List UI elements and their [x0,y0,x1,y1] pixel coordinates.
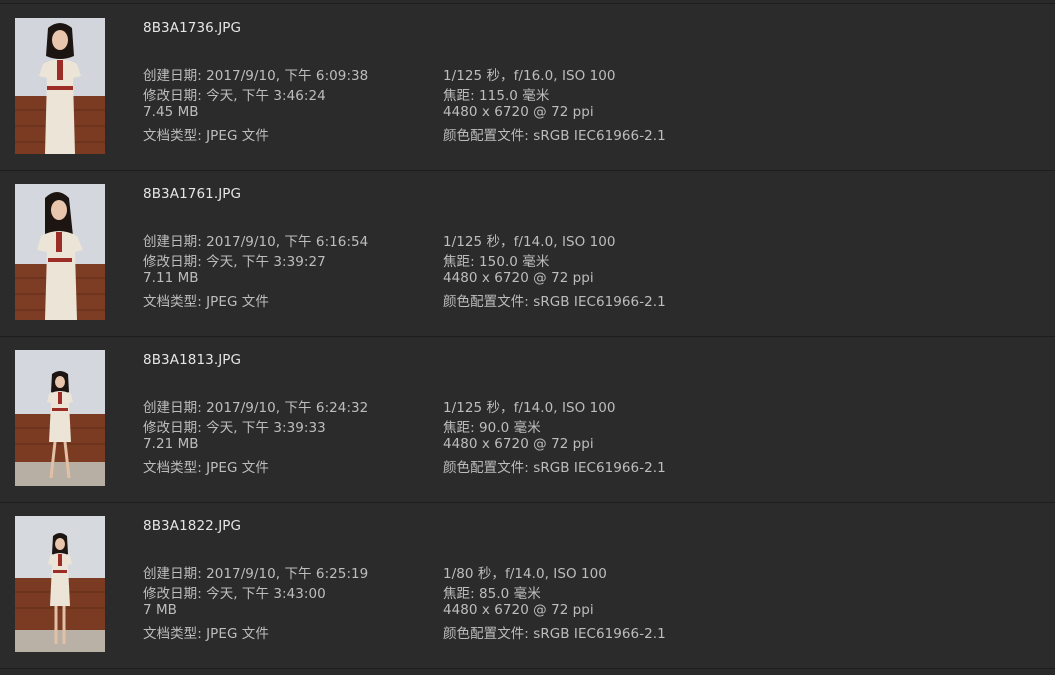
exposure-info: 1/125 秒，f/14.0, ISO 100 [443,234,616,250]
row-divider [0,668,1055,669]
image-dimensions: 4480 x 6720 @ 72 ppi [443,436,594,452]
document-type: 文档类型: JPEG 文件 [143,626,269,642]
created-date: 创建日期: 2017/9/10, 下午 6:09:38 [143,68,369,84]
photo-thumbnail[interactable] [15,516,105,652]
file-row[interactable]: 8B3A1761.JPG 创建日期: 2017/9/10, 下午 6:16:54… [0,171,1055,337]
file-size: 7.45 MB [143,104,199,120]
portrait-photo-image [15,516,105,652]
file-name: 8B3A1761.JPG [143,186,242,202]
file-size: 7.21 MB [143,436,199,452]
portrait-photo-image [15,184,105,320]
focal-length: 焦距: 115.0 毫米 [443,88,550,104]
focal-length: 焦距: 150.0 毫米 [443,254,550,270]
photo-thumbnail[interactable] [15,350,105,486]
image-dimensions: 4480 x 6720 @ 72 ppi [443,270,594,286]
file-row[interactable]: 8B3A1736.JPG 创建日期: 2017/9/10, 下午 6:09:38… [0,4,1055,170]
color-profile: 颜色配置文件: sRGB IEC61966-2.1 [443,626,666,642]
created-date: 创建日期: 2017/9/10, 下午 6:25:19 [143,566,369,582]
modified-date: 修改日期: 今天, 下午 3:39:27 [143,254,326,270]
document-type: 文档类型: JPEG 文件 [143,128,269,144]
image-dimensions: 4480 x 6720 @ 72 ppi [443,602,594,618]
color-profile: 颜色配置文件: sRGB IEC61966-2.1 [443,294,666,310]
modified-date: 修改日期: 今天, 下午 3:43:00 [143,586,326,602]
document-type: 文档类型: JPEG 文件 [143,294,269,310]
portrait-photo-image [15,350,105,486]
file-row[interactable]: 8B3A1813.JPG 创建日期: 2017/9/10, 下午 6:24:32… [0,337,1055,503]
modified-date: 修改日期: 今天, 下午 3:39:33 [143,420,326,436]
file-list: 8B3A1736.JPG 创建日期: 2017/9/10, 下午 6:09:38… [0,0,1055,675]
focal-length: 焦距: 90.0 毫米 [443,420,541,436]
file-size: 7.11 MB [143,270,199,286]
modified-date: 修改日期: 今天, 下午 3:46:24 [143,88,326,104]
focal-length: 焦距: 85.0 毫米 [443,586,541,602]
document-type: 文档类型: JPEG 文件 [143,460,269,476]
file-row[interactable]: 8B3A1822.JPG 创建日期: 2017/9/10, 下午 6:25:19… [0,503,1055,669]
created-date: 创建日期: 2017/9/10, 下午 6:24:32 [143,400,369,416]
file-size: 7 MB [143,602,177,618]
exposure-info: 1/125 秒，f/14.0, ISO 100 [443,400,616,416]
portrait-photo-image [15,18,105,154]
photo-thumbnail[interactable] [15,184,105,320]
created-date: 创建日期: 2017/9/10, 下午 6:16:54 [143,234,369,250]
file-name: 8B3A1813.JPG [143,352,242,368]
file-name: 8B3A1736.JPG [143,20,242,36]
image-dimensions: 4480 x 6720 @ 72 ppi [443,104,594,120]
color-profile: 颜色配置文件: sRGB IEC61966-2.1 [443,128,666,144]
photo-thumbnail[interactable] [15,18,105,154]
exposure-info: 1/80 秒，f/14.0, ISO 100 [443,566,607,582]
color-profile: 颜色配置文件: sRGB IEC61966-2.1 [443,460,666,476]
file-name: 8B3A1822.JPG [143,518,242,534]
exposure-info: 1/125 秒，f/16.0, ISO 100 [443,68,616,84]
